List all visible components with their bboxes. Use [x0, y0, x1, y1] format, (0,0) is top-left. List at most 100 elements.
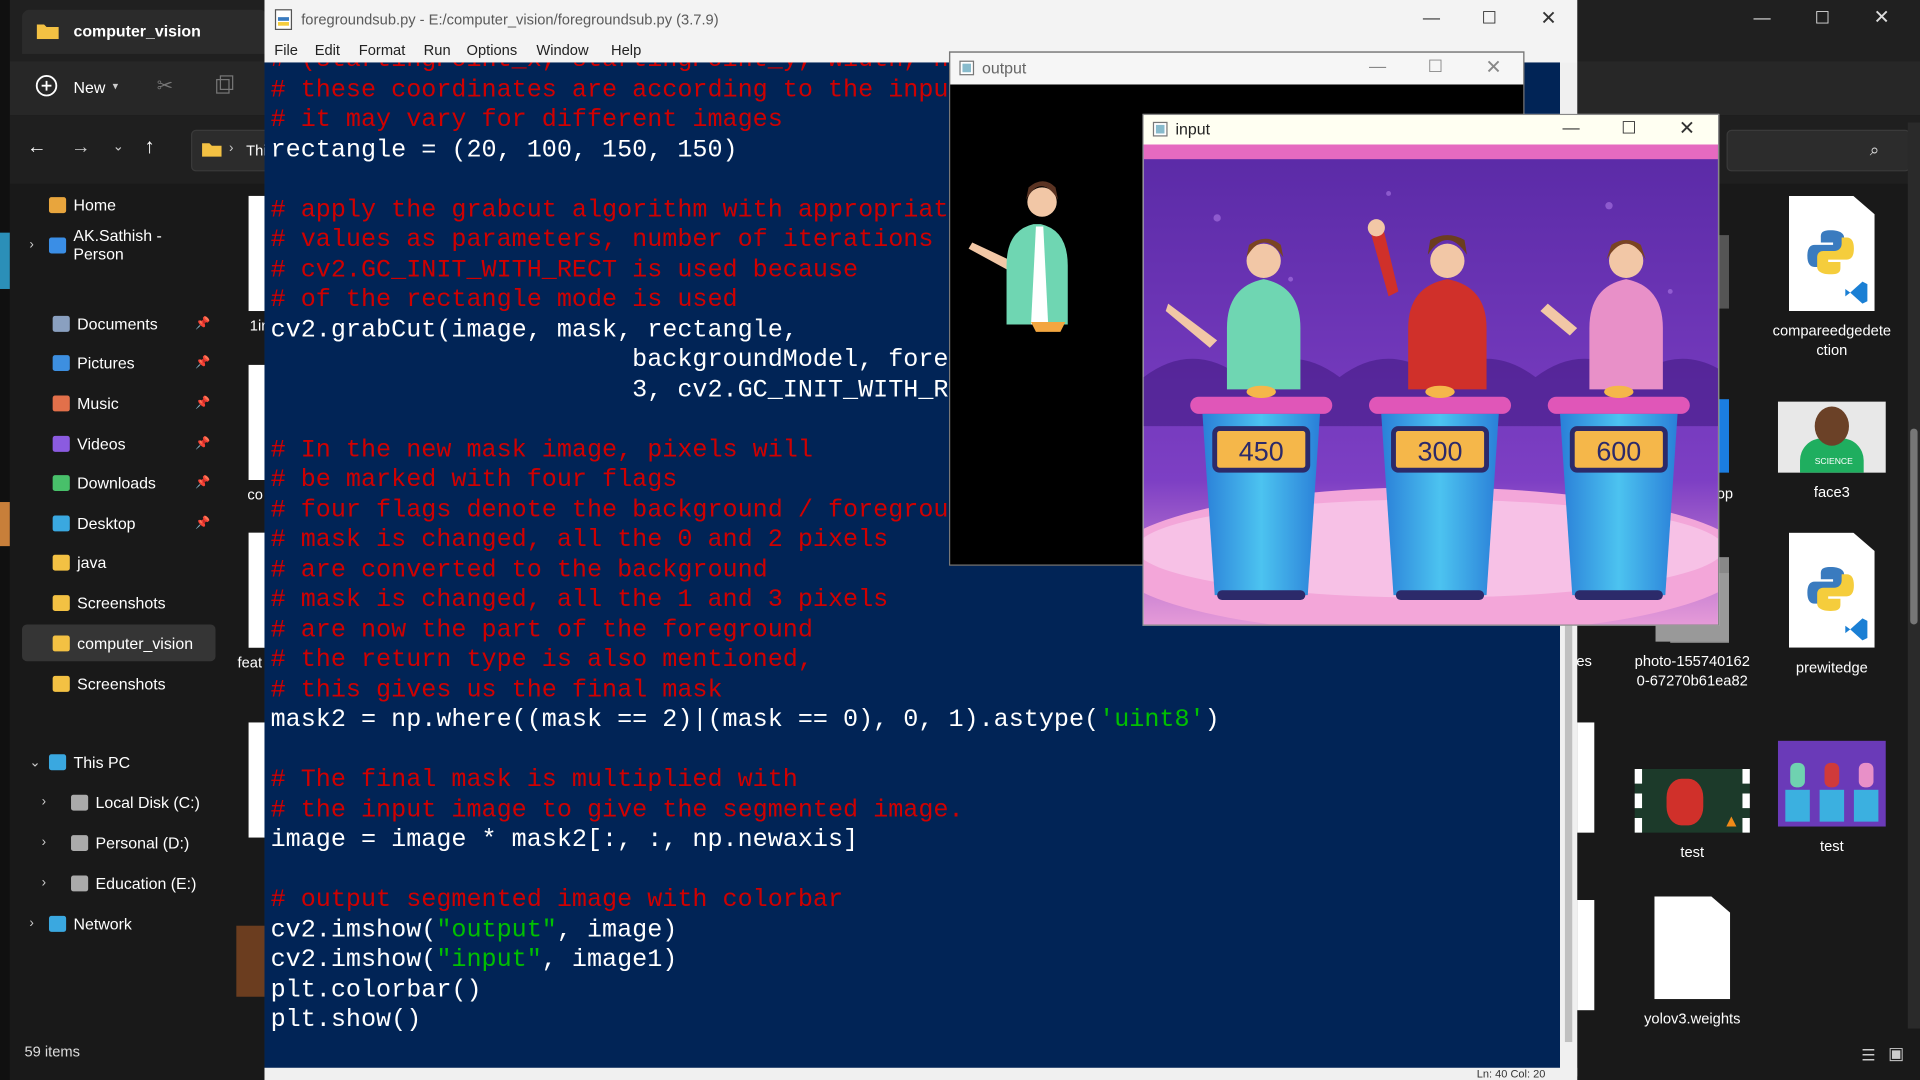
- segmented-person-image: [962, 175, 1121, 334]
- maximize-icon[interactable]: ☐: [1815, 7, 1830, 28]
- sidebar-item-music[interactable]: Music 📌: [22, 384, 215, 421]
- menu-window[interactable]: Window: [536, 42, 588, 59]
- expand-chevron-icon[interactable]: ›: [29, 916, 33, 931]
- file-thumbnail[interactable]: [248, 722, 265, 838]
- sidebar-item-screenshots[interactable]: Screenshots: [22, 665, 215, 702]
- expand-chevron-icon[interactable]: ›: [42, 835, 46, 850]
- pin-icon[interactable]: 📌: [195, 476, 210, 489]
- menu-format[interactable]: Format: [359, 42, 406, 59]
- expand-chevron-icon[interactable]: ›: [42, 876, 46, 891]
- sidebar-item-network[interactable]: Network ›: [22, 905, 215, 942]
- menu-options[interactable]: Options: [467, 42, 518, 59]
- file-thumbnail[interactable]: [248, 364, 265, 481]
- maximize-icon[interactable]: ☐: [1482, 7, 1497, 28]
- menu-file[interactable]: File: [274, 42, 298, 59]
- maximize-icon[interactable]: ☐: [1428, 56, 1443, 77]
- search-input[interactable]: ⌕: [1726, 129, 1911, 172]
- file-thumbnail[interactable]: [248, 532, 265, 648]
- sidebar-item-desktop[interactable]: Desktop 📌: [22, 504, 215, 541]
- file-compareedgedetection[interactable]: compareedgedetection: [1771, 195, 1893, 360]
- code-comment-line: # are now the part of the foreground: [270, 616, 813, 645]
- sidebar-item-label: Education (E:): [95, 873, 197, 893]
- menu-run[interactable]: Run: [424, 42, 451, 59]
- sidebar-item-pictures[interactable]: Pictures 📌: [22, 344, 215, 381]
- sidebar-item-home[interactable]: Home: [22, 186, 215, 223]
- new-button[interactable]: New ▾: [34, 73, 132, 105]
- minimize-icon[interactable]: —: [1369, 56, 1386, 76]
- pin-icon[interactable]: 📌: [195, 437, 210, 450]
- code-comment-line: # are converted to the background: [270, 556, 768, 585]
- file-thumbnail[interactable]: [1719, 235, 1729, 309]
- expand-chevron-icon[interactable]: ›: [29, 238, 33, 253]
- recent-chevron-icon[interactable]: ⌄: [113, 138, 124, 155]
- code-comment-line: # output segmented image with colorbar: [270, 886, 844, 915]
- sidebar-item-videos[interactable]: Videos 📌: [22, 425, 215, 462]
- gameshow-image: 450 300 600: [1143, 144, 1718, 625]
- sidebar-item-downloads[interactable]: Downloads 📌: [22, 464, 215, 501]
- sidebar-item-documents[interactable]: Documents 📌: [22, 305, 215, 342]
- sidebar-item-screenshots[interactable]: Screenshots: [22, 584, 215, 621]
- sidebar-item-education-e-[interactable]: Education (E:) ›: [22, 864, 215, 901]
- explorer-tab[interactable]: computer_vision: [22, 9, 267, 54]
- sidebar-item-local-disk-c-[interactable]: Local Disk (C:) ›: [22, 784, 215, 821]
- pin-icon[interactable]: 📌: [195, 396, 210, 409]
- file-label: compareedgedetection: [1772, 322, 1892, 359]
- file-test-video[interactable]: ▲ test: [1631, 768, 1753, 862]
- code-comment-line: # (startingPoint_x, startingPoint_y, wid…: [271, 62, 1039, 76]
- close-icon[interactable]: ✕: [1485, 55, 1501, 79]
- menu-help[interactable]: Help: [611, 42, 641, 59]
- sidebar-item-this-pc[interactable]: This PC ⌄: [22, 743, 215, 780]
- pin-icon[interactable]: 📌: [195, 516, 210, 529]
- close-icon[interactable]: ✕: [1873, 5, 1889, 29]
- minimize-icon[interactable]: —: [1753, 7, 1770, 27]
- minimize-icon[interactable]: —: [1562, 118, 1579, 138]
- pin-icon[interactable]: 📌: [195, 356, 210, 369]
- file-thumbnail[interactable]: [1577, 722, 1595, 833]
- file-thumbnail[interactable]: [1577, 900, 1595, 1011]
- sidebar-item-java[interactable]: java: [22, 544, 215, 581]
- copy-icon[interactable]: [216, 75, 236, 95]
- back-arrow-icon[interactable]: ←: [27, 137, 47, 159]
- file-yolov3-weights[interactable]: yolov3.weights: [1631, 896, 1753, 1028]
- thumbnail-view-icon[interactable]: ▣: [1888, 1043, 1904, 1064]
- sidebar-item-label: Documents: [77, 314, 158, 333]
- code-comment-line: # apply the grabcut algorithm with appro…: [270, 196, 964, 225]
- expand-chevron-icon[interactable]: ⌄: [29, 754, 40, 770]
- scrollbar-thumb[interactable]: [1910, 428, 1918, 625]
- score-label-3: 600: [1596, 436, 1641, 466]
- code-line: cv2.grabCut(image, mask, rectangle,: [270, 316, 798, 345]
- code-line: rectangle = (20, 100, 150, 150): [270, 136, 738, 165]
- file-thumbnail[interactable]: [236, 925, 265, 997]
- input-window-title: input: [1175, 120, 1211, 139]
- sidebar-item-ak-sathish-person[interactable]: AK.Sathish - Person ›: [22, 227, 215, 264]
- sidebar-item-icon: [52, 354, 70, 371]
- forward-arrow-icon[interactable]: →: [71, 137, 91, 159]
- up-arrow-icon[interactable]: ↑: [144, 135, 154, 159]
- sidebar-item-label: Network: [73, 914, 132, 933]
- file-prewitedge[interactable]: prewitedge: [1771, 532, 1893, 677]
- details-view-icon[interactable]: ☰: [1861, 1046, 1875, 1066]
- file-thumbnail[interactable]: [248, 195, 265, 312]
- menu-edit[interactable]: Edit: [315, 42, 340, 59]
- python-file-icon: [1788, 532, 1875, 648]
- sidebar-item-icon: [52, 514, 70, 531]
- sidebar-item-personal-d-[interactable]: Personal (D:) ›: [22, 824, 215, 861]
- close-icon[interactable]: ✕: [1540, 6, 1556, 30]
- minimize-icon[interactable]: —: [1423, 7, 1440, 27]
- maximize-icon[interactable]: ☐: [1621, 118, 1636, 139]
- sidebar-item-computer-vision[interactable]: computer_vision: [22, 624, 216, 662]
- folder-icon: [202, 142, 222, 157]
- pin-icon[interactable]: 📌: [195, 317, 210, 330]
- code-comment-line: # mask is changed, all the 0 and 2 pixel…: [270, 526, 889, 555]
- file-test-image[interactable]: test: [1771, 740, 1893, 856]
- close-icon[interactable]: ✕: [1679, 116, 1695, 140]
- sidebar-item-icon: [48, 915, 67, 932]
- vlc-icon: ▲: [1722, 810, 1740, 831]
- file-face3[interactable]: SCIENCE face3: [1771, 401, 1893, 502]
- file-label: photo-1557401620-67270b61ea82: [1634, 652, 1750, 690]
- explorer-scrollbar[interactable]: [1907, 122, 1920, 1029]
- sidebar-item-label: Desktop: [77, 513, 136, 533]
- cut-icon[interactable]: ✂: [157, 73, 173, 97]
- breadcrumb-chevron-icon: ›: [228, 140, 234, 156]
- expand-chevron-icon[interactable]: ›: [42, 795, 46, 810]
